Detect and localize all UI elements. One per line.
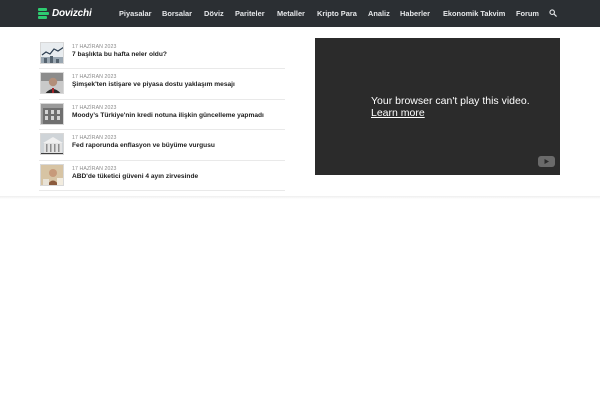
nav-item-kripto-para[interactable]: Kripto Para (317, 9, 357, 18)
news-title[interactable]: 7 başlıkta bu hafta neler oldu? (72, 51, 167, 58)
learn-more-link[interactable]: Learn more (371, 107, 530, 119)
news-item[interactable]: 17 HAZİRAN 2023 7 başlıkta bu hafta nele… (39, 39, 285, 70)
news-title[interactable]: ABD'de tüketici güveni 4 ayın zirvesinde (72, 173, 198, 180)
news-item[interactable]: 17 HAZİRAN 2023 Moody’s Türkiye'nin kred… (39, 100, 285, 131)
news-list: 17 HAZİRAN 2023 7 başlıkta bu hafta nele… (39, 39, 285, 191)
nav-item-piyasalar[interactable]: Piyasalar (119, 9, 151, 18)
shopper-thumbnail[interactable] (40, 163, 64, 186)
news-date: 17 HAZİRAN 2023 (72, 104, 117, 111)
nav-item-analiz[interactable]: Analiz (368, 9, 390, 18)
top-navigation-bar: Dovizchi Piyasalar Borsalar Döviz Parite… (0, 0, 600, 27)
news-item[interactable]: 17 HAZİRAN 2023 ABD'de tüketici güveni 4… (39, 161, 285, 191)
logo-text: Dovizchi (52, 8, 92, 19)
site-logo[interactable]: Dovizchi (38, 6, 92, 21)
news-date: 17 HAZİRAN 2023 (72, 74, 117, 81)
video-error-text: Your browser can't play this video. (371, 95, 530, 107)
logo-mark-icon (38, 7, 49, 20)
nav-item-forum[interactable]: Forum (516, 9, 539, 18)
news-date: 17 HAZİRAN 2023 (72, 135, 117, 142)
news-date: 17 HAZİRAN 2023 (72, 44, 117, 50)
person-thumbnail[interactable] (40, 72, 64, 95)
news-title[interactable]: Moody’s Türkiye'nin kredi notuna ilişkin… (72, 112, 264, 119)
nav-item-doviz[interactable]: Döviz (204, 9, 224, 18)
news-title[interactable]: Fed raporunda enflasyon ve büyüme vurgus… (72, 142, 215, 149)
news-item[interactable]: 17 HAZİRAN 2023 Fed raporunda enflasyon … (39, 130, 285, 161)
nav-item-metaller[interactable]: Metaller (277, 9, 305, 18)
nav-item-haberler[interactable]: Haberler (400, 9, 430, 18)
youtube-icon[interactable] (538, 156, 555, 167)
news-item[interactable]: 17 HAZİRAN 2023 Şimşek'ten istişare ve p… (39, 69, 285, 100)
nav-item-borsalar[interactable]: Borsalar (162, 9, 192, 18)
nav-item-ekonomik-takvim[interactable]: Ekonomik Takvim (443, 9, 505, 18)
news-date: 17 HAZİRAN 2023 (72, 165, 117, 172)
nav-item-pariteler[interactable]: Pariteler (235, 9, 265, 18)
chart-thumbnail[interactable] (40, 42, 64, 64)
video-player[interactable]: Your browser can't play this video. Lear… (315, 38, 560, 175)
search-icon[interactable] (549, 9, 557, 17)
building-thumbnail[interactable] (40, 102, 64, 125)
video-error-message: Your browser can't play this video. Lear… (371, 95, 530, 119)
fed-building-thumbnail[interactable] (40, 133, 64, 156)
news-title[interactable]: Şimşek'ten istişare ve piyasa dostu yakl… (72, 81, 235, 88)
section-divider (0, 196, 600, 199)
